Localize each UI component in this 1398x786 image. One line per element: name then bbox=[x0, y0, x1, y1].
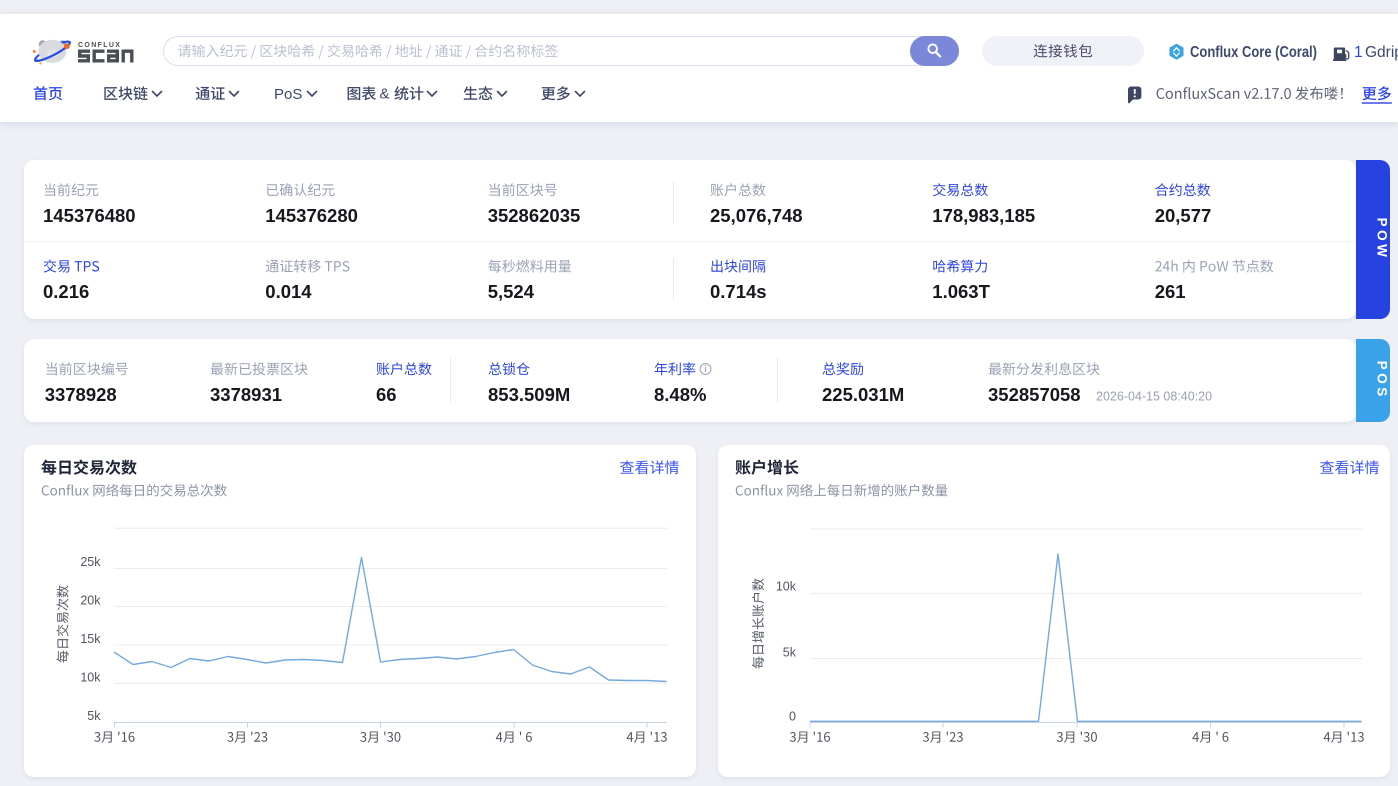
svg-text:20k: 20k bbox=[80, 593, 101, 607]
svg-text:0: 0 bbox=[789, 709, 796, 723]
svg-text:Conflux Core (Coral): Conflux Core (Coral) bbox=[1190, 44, 1317, 61]
svg-text:8.48%: 8.48% bbox=[654, 384, 706, 405]
svg-text:352857058: 352857058 bbox=[988, 384, 1081, 405]
svg-text:178,983,185: 178,983,185 bbox=[932, 205, 1035, 226]
svg-text:20,577: 20,577 bbox=[1155, 205, 1212, 226]
svg-text:66: 66 bbox=[376, 384, 397, 405]
svg-text:25,076,748: 25,076,748 bbox=[710, 205, 803, 226]
svg-text:PoS: PoS bbox=[274, 86, 302, 103]
svg-text:10k: 10k bbox=[776, 580, 797, 594]
svg-text:5,524: 5,524 bbox=[488, 281, 535, 302]
svg-text:352862035: 352862035 bbox=[488, 205, 581, 226]
svg-text:3378931: 3378931 bbox=[210, 384, 282, 405]
svg-text:5k: 5k bbox=[87, 709, 101, 723]
svg-text:1: 1 bbox=[1354, 44, 1363, 61]
svg-text:POW: POW bbox=[1375, 218, 1390, 261]
svg-text:0.014: 0.014 bbox=[265, 281, 312, 302]
svg-text:POS: POS bbox=[1375, 361, 1390, 400]
svg-text:&: & bbox=[380, 86, 390, 103]
svg-text:261: 261 bbox=[1155, 281, 1186, 302]
svg-text:0.714s: 0.714s bbox=[710, 281, 767, 302]
svg-text:0.216: 0.216 bbox=[43, 281, 89, 302]
svg-text:Gdrip: Gdrip bbox=[1365, 44, 1398, 61]
svg-text:1.063T: 1.063T bbox=[932, 281, 990, 302]
svg-text:25k: 25k bbox=[80, 555, 101, 569]
svg-text:853.509M: 853.509M bbox=[488, 384, 570, 405]
svg-text:3378928: 3378928 bbox=[45, 384, 117, 405]
svg-text:5k: 5k bbox=[783, 646, 797, 660]
svg-text:145376480: 145376480 bbox=[43, 205, 136, 226]
svg-text:2026-04-15 08:40:20: 2026-04-15 08:40:20 bbox=[1096, 390, 1212, 404]
svg-text:CONFLUX: CONFLUX bbox=[78, 42, 121, 49]
svg-text:15k: 15k bbox=[80, 632, 101, 646]
svg-text:10k: 10k bbox=[80, 670, 101, 684]
svg-text:145376280: 145376280 bbox=[265, 205, 358, 226]
svg-text:225.031M: 225.031M bbox=[822, 384, 904, 405]
